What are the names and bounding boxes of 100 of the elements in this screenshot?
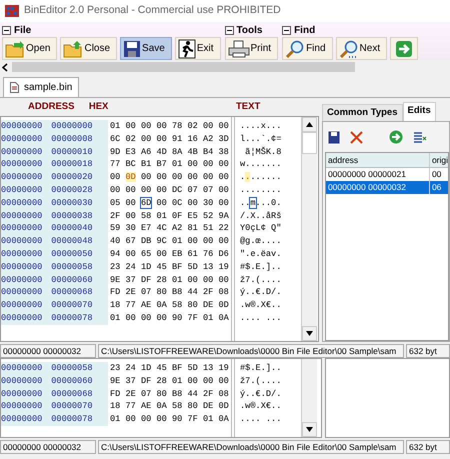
address-text: 00000058 <box>51 362 93 375</box>
address-text: 00000000 <box>1 274 42 286</box>
running-person-icon <box>178 38 196 58</box>
panel-tab[interactable]: Common Types <box>322 104 402 121</box>
address-text: 00000000 <box>1 235 42 248</box>
document-tab[interactable]: sample.bin <box>3 77 80 97</box>
address-text: 00000070 <box>51 400 93 414</box>
address-text: 00000000 <box>51 120 93 133</box>
hex-bytes: 59 30 E7 4C A2 81 51 22 <box>109 222 229 236</box>
text-cell: ".e.ëav. <box>240 248 282 261</box>
group-label: Tools <box>236 24 262 38</box>
magnifier-icon <box>285 40 306 58</box>
table-cell-text: 06 <box>430 181 442 194</box>
hex-bytes: 00 00 00 00 DC 07 07 00 <box>109 184 229 197</box>
address-text: 00000000 <box>1 400 42 414</box>
address-text: 00000030 <box>51 196 93 210</box>
offset-field: 00000000 00000032 <box>0 344 96 358</box>
hex-bytes: 18 77 AE 0A 58 80 DE 0D <box>109 299 229 312</box>
scroll-left-icon <box>2 62 8 72</box>
scrollbar-thumb[interactable] <box>302 132 317 154</box>
address-text: 00000000 <box>1 374 42 388</box>
address-text: 00000000 <box>1 132 42 146</box>
address-text: 00000000 <box>1 158 42 172</box>
address-text: 00000000 <box>1 171 42 184</box>
folder-icon <box>63 40 84 58</box>
hex-bytes: FD 2E 07 80 B8 44 2F 08 <box>109 286 229 300</box>
address-text: 00000008 <box>51 132 93 146</box>
address-text: 00000000 <box>1 388 42 400</box>
arrow-icon <box>388 130 403 144</box>
magnifier-icon <box>338 40 359 58</box>
address-text: 00000078 <box>51 312 93 325</box>
toolbar-button[interactable]: Exit <box>174 37 221 60</box>
scroll-down-icon <box>306 331 313 336</box>
address-text: 00000000 <box>1 260 42 274</box>
address-text: 00000000 <box>1 286 42 300</box>
size-field: 632 byt <box>406 440 450 454</box>
text-cell: ........ <box>240 171 282 184</box>
toolbar-button[interactable]: Open <box>2 37 58 60</box>
scrollbar-thumb[interactable] <box>12 62 355 72</box>
toolbar-button[interactable]: Find <box>282 37 333 60</box>
text-cell: l...`.¢= <box>240 132 282 146</box>
text-cell: ž7.(.... <box>240 374 282 388</box>
group-label: Find <box>294 24 316 38</box>
hex-bytes: 00 0D 00 00 00 00 00 00 <box>109 171 229 184</box>
hex-bytes: 01 00 00 00 90 7F 01 0A <box>109 312 229 325</box>
text-cell: .w®.X€.. <box>240 400 282 414</box>
hex-bytes: 94 00 65 00 EB 61 76 D6 <box>109 248 229 261</box>
text-cell: @g.œ.... <box>240 235 282 248</box>
column-header: origi <box>430 154 448 166</box>
folder-icon <box>5 40 25 58</box>
address-text: 00000000 <box>1 312 42 325</box>
text-cell: /.X..åRš <box>240 210 282 222</box>
address-text: 00000070 <box>51 299 93 312</box>
column-header: address <box>326 153 430 167</box>
hex-bytes: 9E 37 DF 28 01 00 00 00 <box>109 374 229 388</box>
toolbar-button[interactable]: Save <box>120 37 172 60</box>
text-cell: ý..€.D/. <box>240 286 282 300</box>
collapse-icon <box>224 26 234 35</box>
save-icon <box>328 130 340 144</box>
panel-tab[interactable]: Edits <box>402 102 436 121</box>
text-cell: ....x... <box>240 120 282 133</box>
collapse-icon <box>282 26 292 35</box>
path-field: C:\Users\LISTOFFREEWARE\Downloads\0000 Bin File Editor\00 Sample\sam <box>98 440 404 454</box>
size-field: 632 byt <box>406 344 450 358</box>
delete-icon <box>350 130 363 144</box>
table-row[interactable]: 00000000 00000032 06 <box>326 181 448 194</box>
address-text: 00000000 <box>1 299 42 312</box>
toolbar-button[interactable]: Next <box>336 37 388 60</box>
group-label: File <box>14 24 32 38</box>
hex-bytes: 18 77 AE 0A 58 80 DE 0D <box>109 400 229 414</box>
address-text: 00000000 <box>1 210 42 222</box>
scroll-up-icon <box>306 122 313 127</box>
column-header: HEX <box>88 100 108 114</box>
address-text: 00000028 <box>51 184 93 197</box>
file-icon <box>10 82 19 93</box>
window-title: BinEditor 2.0 Personal - Commercial use PROHIBITED <box>24 3 281 18</box>
column-header: TEXT <box>236 100 260 114</box>
path-field: C:\Users\LISTOFFREEWARE\Downloads\0000 Bin File Editor\00 Sample\sam <box>98 344 404 358</box>
text-cell: ..m...0. <box>240 196 282 210</box>
hex-bytes: FD 2E 07 80 B8 44 2F 08 <box>109 388 229 400</box>
collapse-icon <box>2 26 11 35</box>
scroll-down-icon <box>306 427 313 432</box>
address-text: 00000000 <box>1 146 42 158</box>
toolbar-button[interactable]: Close <box>60 37 118 60</box>
address-text: 00000000 <box>1 222 42 236</box>
text-cell: w....... <box>240 158 282 172</box>
text-cell-text: ã¦MŠK.8 <box>244 146 282 158</box>
app-logo-icon <box>5 5 19 17</box>
address-text: 00000000 <box>1 120 42 133</box>
address-text: 00000000 <box>1 362 42 375</box>
hex-bytes: 2F 00 58 01 0F E5 52 9A <box>109 210 229 222</box>
address-text: 00000048 <box>51 235 93 248</box>
hex-bytes: 77 BC B1 B7 01 00 00 00 <box>109 158 229 172</box>
hex-bytes: 9D E3 A6 4D 8A 4B B4 38 <box>109 146 229 158</box>
hex-bytes: 9E 37 DF 28 01 00 00 00 <box>109 274 229 286</box>
text-cell: Y0çL¢ Q" <box>240 222 282 236</box>
hex-bytes: 6C 02 00 00 91 16 A2 3D <box>109 132 229 146</box>
address-text: 00000060 <box>51 274 93 286</box>
toolbar-button[interactable] <box>390 37 418 60</box>
toolbar-button[interactable]: Print <box>224 37 278 60</box>
